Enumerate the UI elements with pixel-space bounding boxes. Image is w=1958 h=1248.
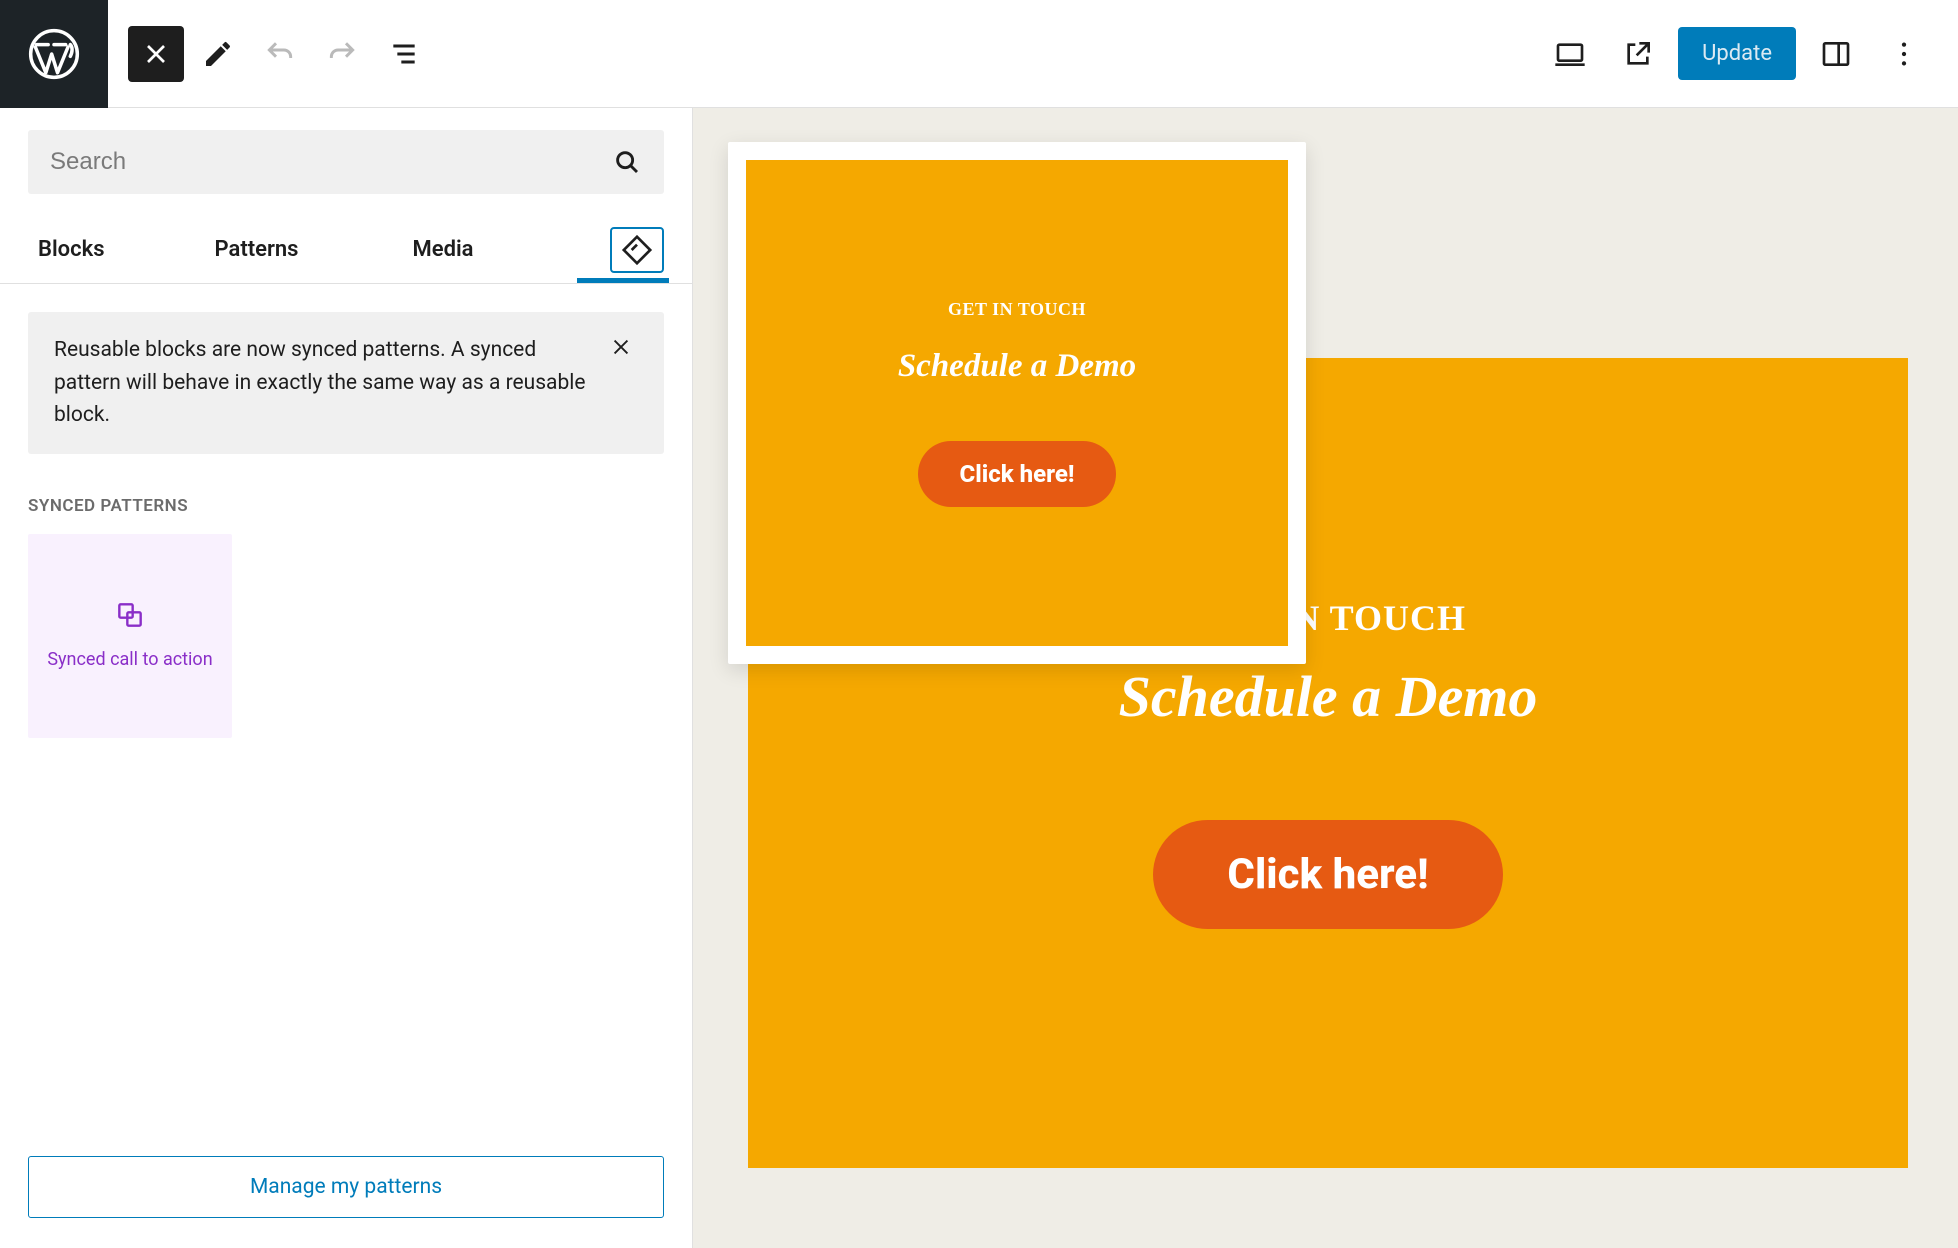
wordpress-icon (26, 26, 82, 82)
tab-synced-patterns[interactable] (610, 227, 664, 273)
close-icon (140, 38, 172, 70)
toolbar-left (108, 26, 432, 82)
tab-media[interactable]: Media (402, 237, 483, 262)
editor-canvas[interactable]: GET IN TOUCH Schedule a Demo Click here!… (693, 108, 1958, 1248)
inserter-tabs: Blocks Patterns Media (0, 216, 692, 284)
preview-heading: Schedule a Demo (898, 348, 1136, 385)
preview-button: Click here! (918, 441, 1117, 507)
undo-icon (264, 38, 296, 70)
synced-icon (621, 234, 653, 266)
tab-blocks[interactable]: Blocks (28, 237, 115, 262)
settings-panel-button[interactable] (1808, 26, 1864, 82)
notice-text: Reusable blocks are now synced patterns.… (54, 334, 596, 432)
search-field-wrap (28, 130, 664, 194)
close-inserter-button[interactable] (128, 26, 184, 82)
pattern-preview-content: GET IN TOUCH Schedule a Demo Click here! (746, 160, 1288, 646)
tab-patterns[interactable]: Patterns (205, 237, 309, 262)
manage-patterns-button[interactable]: Manage my patterns (28, 1156, 664, 1218)
options-button[interactable] (1876, 26, 1932, 82)
topbar: Update (0, 0, 1958, 108)
pencil-icon (202, 38, 234, 70)
pattern-card-synced-cta[interactable]: Synced call to action (28, 534, 232, 738)
list-icon (388, 38, 420, 70)
inserter-panel: Blocks Patterns Media Reusable blocks ar… (0, 108, 693, 1248)
edit-button[interactable] (190, 26, 246, 82)
synced-notice: Reusable blocks are now synced patterns.… (28, 312, 664, 454)
external-icon (1622, 38, 1654, 70)
pattern-card-label: Synced call to action (29, 649, 230, 672)
device-icon (1554, 38, 1586, 70)
update-button[interactable]: Update (1678, 27, 1796, 80)
preview-eyebrow: GET IN TOUCH (948, 299, 1086, 320)
document-overview-button[interactable] (376, 26, 432, 82)
close-icon (610, 336, 632, 358)
toolbar-right: Update (1542, 26, 1958, 82)
cta-button[interactable]: Click here! (1153, 820, 1502, 929)
redo-icon (326, 38, 358, 70)
dots-vertical-icon (1888, 38, 1920, 70)
search-icon (612, 147, 642, 177)
pattern-icon (114, 599, 146, 631)
cta-heading: Schedule a Demo (1119, 663, 1538, 730)
search-input[interactable] (50, 148, 612, 176)
notice-close-button[interactable] (610, 336, 638, 364)
wp-logo[interactable] (0, 0, 108, 108)
active-tab-indicator (577, 278, 669, 283)
synced-patterns-heading: SYNCED PATTERNS (0, 482, 692, 534)
preview-external-button[interactable] (1610, 26, 1666, 82)
undo-button[interactable] (252, 26, 308, 82)
view-button[interactable] (1542, 26, 1598, 82)
pattern-preview-floating: GET IN TOUCH Schedule a Demo Click here! (728, 142, 1306, 664)
sidebar-icon (1820, 38, 1852, 70)
redo-button[interactable] (314, 26, 370, 82)
